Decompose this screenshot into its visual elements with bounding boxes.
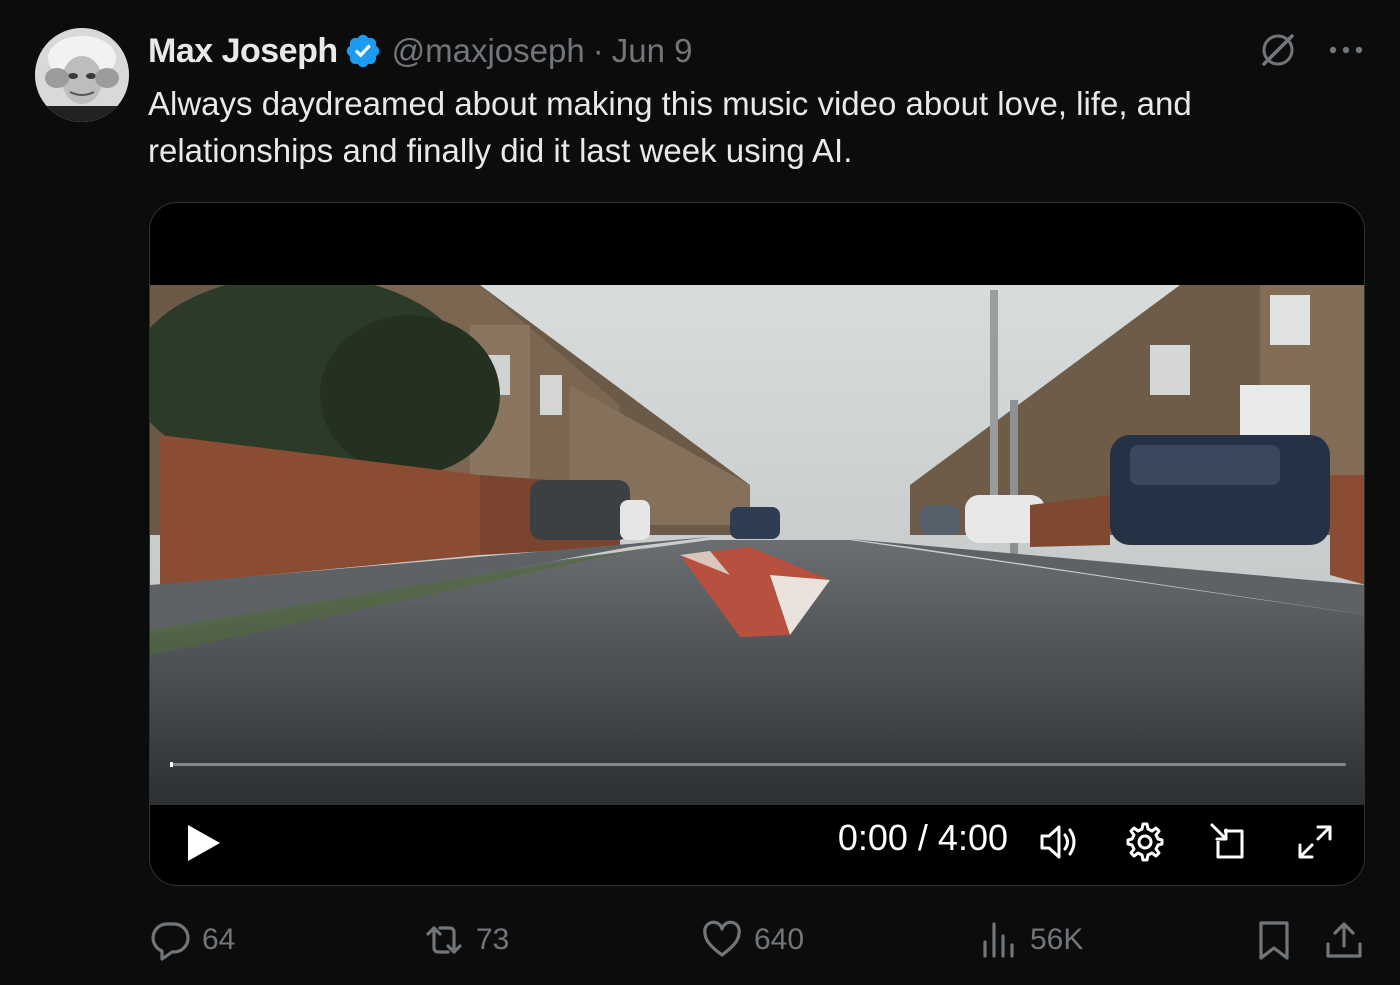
views-icon — [983, 922, 1014, 958]
verified-badge-icon — [344, 32, 382, 70]
video-controls: 0:00 / 4:00 — [150, 805, 1364, 885]
author-display-name[interactable]: Max Joseph — [148, 32, 338, 71]
heart-icon — [703, 920, 741, 957]
tweet-date[interactable]: Jun 9 — [612, 32, 693, 70]
bookmark-icon — [1259, 921, 1289, 960]
fullscreen-icon[interactable] — [1292, 819, 1338, 865]
video-thumbnail — [150, 285, 1364, 805]
avatar[interactable] — [35, 28, 129, 122]
tweet-text-line-2: relationships and finally did it last we… — [148, 132, 853, 169]
share-button[interactable] — [1322, 917, 1376, 963]
picture-in-picture-icon[interactable] — [1206, 819, 1252, 865]
tweet-actions: 64 73 640 56K — [148, 917, 1368, 963]
header-actions — [1258, 30, 1364, 70]
avatar-image — [35, 28, 129, 122]
video-progress-fill — [170, 762, 173, 767]
tweet-text-line-1: Always daydreamed about making this musi… — [148, 85, 1192, 122]
like-count: 640 — [754, 923, 805, 956]
tweet-header: Max Joseph @maxjoseph · Jun 9 — [148, 28, 692, 74]
repost-count: 73 — [476, 923, 510, 956]
repost-icon — [426, 926, 462, 954]
views-button[interactable]: 56K — [976, 917, 1083, 963]
grok-icon[interactable] — [1258, 30, 1298, 70]
video-player[interactable]: 0:00 / 4:00 — [149, 202, 1365, 886]
tweet-card[interactable]: Max Joseph @maxjoseph · Jun 9 Always day… — [0, 0, 1400, 985]
reply-icon — [151, 922, 190, 961]
tweet-text: Always daydreamed about making this musi… — [148, 80, 1348, 174]
video-time-display: 0:00 / 4:00 — [837, 817, 1008, 858]
author-handle[interactable]: @maxjoseph — [392, 32, 585, 70]
gear-icon[interactable] — [1120, 819, 1166, 865]
share-icon — [1326, 922, 1362, 958]
like-button[interactable]: 640 — [700, 917, 804, 963]
video-progress-bar[interactable] — [170, 762, 1346, 767]
video-frame[interactable] — [150, 285, 1364, 805]
repost-button[interactable]: 73 — [422, 917, 509, 963]
play-icon[interactable] — [180, 821, 224, 865]
bookmark-button[interactable] — [1252, 917, 1306, 963]
reply-button[interactable]: 64 — [148, 917, 235, 963]
volume-icon[interactable] — [1036, 819, 1082, 865]
header-separator: · — [592, 32, 604, 69]
reply-count: 64 — [202, 923, 236, 956]
views-count: 56K — [1030, 923, 1084, 956]
more-icon[interactable] — [1328, 44, 1364, 56]
